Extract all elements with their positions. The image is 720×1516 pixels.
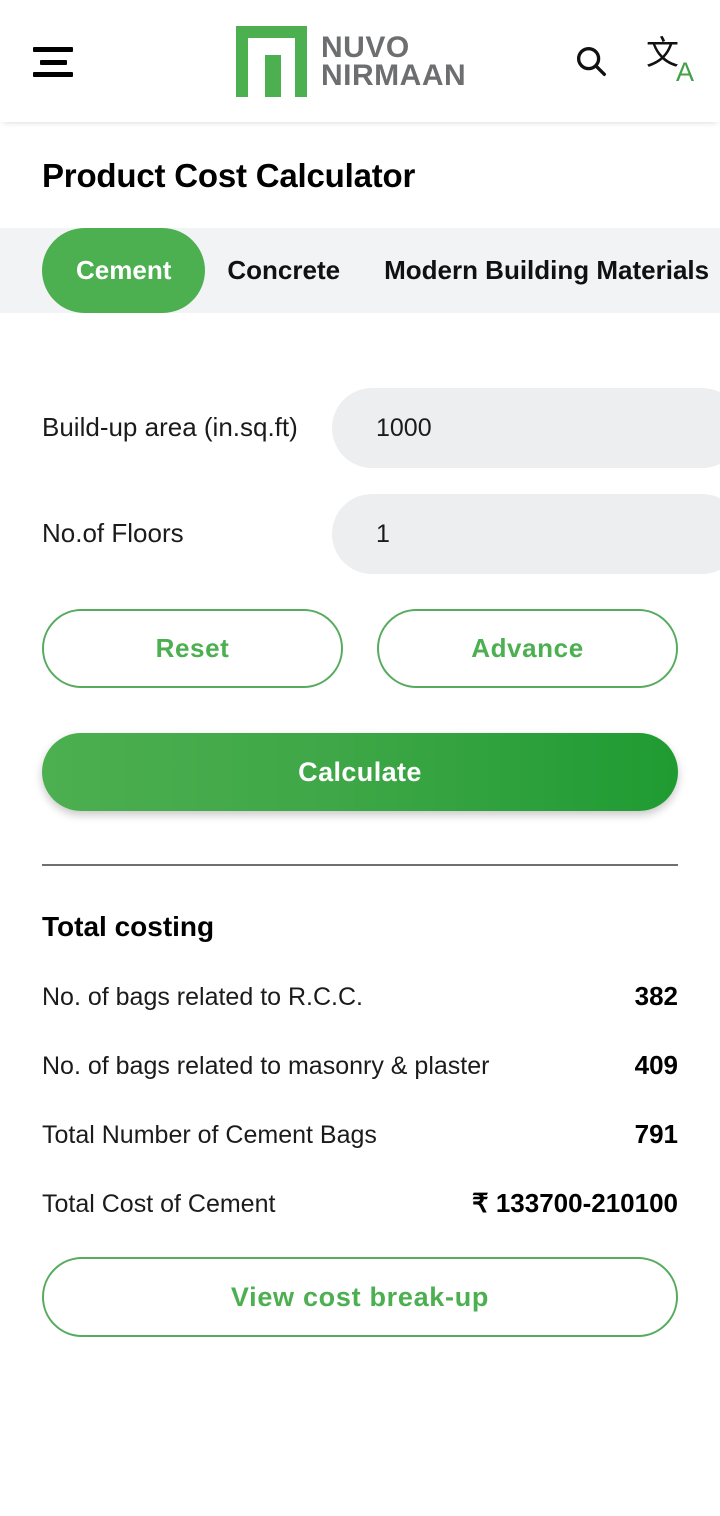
hamburger-line-1 (33, 47, 73, 52)
page-title: Product Cost Calculator (42, 157, 416, 194)
translate-icon: 文 A (646, 33, 694, 87)
translate-button[interactable]: 文 A (646, 33, 694, 87)
app-header: NUVO NIRMAAN 文 A (0, 0, 720, 122)
no-of-floors-input[interactable] (332, 494, 720, 574)
result-value-rcc-bags: 382 (634, 981, 678, 1011)
hamburger-line-2 (40, 59, 67, 65)
search-button[interactable] (568, 38, 614, 84)
brand-line-1: NUVO (321, 30, 410, 64)
total-costing-title: Total costing (42, 911, 215, 942)
brand-logo[interactable]: NUVO NIRMAAN (236, 26, 466, 97)
hamburger-line-3 (33, 72, 73, 77)
buildup-area-input[interactable] (332, 388, 720, 468)
tab-bar: Cement Concrete Modern Building Material… (0, 228, 720, 313)
result-label-masonry-plaster-bags: No. of bags related to masonry & plaster (42, 1052, 490, 1080)
translate-latin-glyph: A (675, 57, 694, 87)
result-row-total-cost-of-cement: Total Cost of Cement ₹ 133700-210100 (42, 1188, 678, 1219)
header-actions: 文 A (568, 33, 694, 87)
tab-concrete[interactable]: Concrete (205, 228, 362, 313)
brand-wordmark: NUVO NIRMAAN (321, 30, 467, 92)
result-value-total-cost-of-cement: ₹ 133700-210100 (472, 1188, 678, 1218)
result-label-total-cement-bags: Total Number of Cement Bags (42, 1121, 377, 1149)
result-row-total-cement-bags: Total Number of Cement Bags 791 (42, 1119, 678, 1150)
page-body: Product Cost Calculator Cement Concrete … (0, 122, 720, 1337)
calculator-form: Build-up area (in.sq.ft) No.of Floors Re… (0, 313, 720, 811)
no-of-floors-label: No.of Floors (42, 518, 184, 549)
nuvo-nirmaan-logo-icon (236, 26, 307, 97)
total-costing-section: Total costing No. of bags related to R.C… (0, 866, 720, 1219)
result-label-total-cost-of-cement: Total Cost of Cement (42, 1190, 276, 1218)
search-icon (576, 46, 606, 76)
field-row-no-of-floors: No.of Floors (42, 494, 720, 574)
result-row-rcc-bags: No. of bags related to R.C.C. 382 (42, 981, 678, 1012)
calculate-button[interactable]: Calculate (42, 733, 678, 811)
result-value-masonry-plaster-bags: 409 (634, 1050, 678, 1080)
result-row-masonry-plaster-bags: No. of bags related to masonry & plaster… (42, 1050, 678, 1081)
secondary-button-row: Reset Advance (42, 609, 678, 688)
translate-cjk-glyph: 文 (646, 33, 679, 72)
tab-modern-building-materials[interactable]: Modern Building Materials (362, 228, 720, 313)
brand-line-2: NIRMAAN (321, 58, 467, 92)
result-value-total-cement-bags: 791 (634, 1119, 678, 1149)
view-cost-breakup-button[interactable]: View cost break-up (42, 1257, 678, 1337)
buildup-area-label: Build-up area (in.sq.ft) (42, 412, 298, 443)
field-row-buildup-area: Build-up area (in.sq.ft) (42, 388, 720, 468)
result-label-rcc-bags: No. of bags related to R.C.C. (42, 983, 363, 1011)
hamburger-menu-icon[interactable] (33, 47, 75, 77)
reset-button[interactable]: Reset (42, 609, 343, 688)
advance-button[interactable]: Advance (377, 609, 678, 688)
tab-cement[interactable]: Cement (42, 228, 206, 313)
